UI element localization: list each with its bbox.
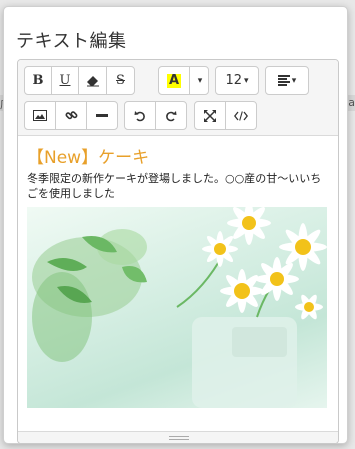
picture-icon [33,110,47,121]
underline-label: U [59,73,71,88]
strikethrough-button[interactable]: S [106,66,135,95]
insert-link-button[interactable] [55,101,87,130]
editor-resize-handle[interactable] [18,431,338,443]
fullscreen-button[interactable] [194,101,226,130]
undo-icon [134,110,145,121]
insert-image-button[interactable] [24,101,56,130]
text-edit-dialog: テキスト編集 B U S A ▾ 12 ▾ ▾ 【New】ケーキ 冬季限定の新作… [3,6,348,444]
align-left-icon [277,75,290,86]
chevron-down-icon: ▾ [244,75,249,86]
strikethrough-label: S [116,73,125,88]
font-size-dropdown[interactable]: 12 ▾ [215,66,259,95]
eraser-button[interactable] [78,66,107,95]
chevron-down-icon: ▾ [291,75,297,86]
font-color-dropdown[interactable]: ▾ [189,66,209,95]
flower-photo [27,207,327,408]
font-color-button[interactable]: A [158,66,190,95]
content-heading: 【New】ケーキ [27,148,150,168]
font-size-value: 12 [225,73,242,88]
content-body: 冬季限定の新作ケーキが登場しました。○○産の甘〜いいちごを使用しました [27,172,322,200]
redo-icon [166,110,177,121]
font-color-label: A [166,72,182,88]
bold-label: B [32,73,44,88]
chevron-down-icon: ▾ [197,75,203,86]
eraser-icon [86,75,99,86]
horizontal-rule-button[interactable] [86,101,118,130]
code-view-button[interactable] [225,101,257,130]
paragraph-align-dropdown[interactable]: ▾ [265,66,309,95]
dialog-title: テキスト編集 [16,31,127,52]
expand-icon [204,109,216,122]
code-icon [234,110,248,121]
grip-line [169,439,189,440]
editor-content[interactable]: 【New】ケーキ 冬季限定の新作ケーキが登場しました。○○産の甘〜いいちごを使用… [18,137,338,431]
grip-line [169,436,189,437]
underline-button[interactable]: U [51,66,79,95]
editor-toolbar: B U S A ▾ 12 ▾ ▾ [18,60,338,136]
bold-button[interactable]: B [24,66,52,95]
rich-text-editor: B U S A ▾ 12 ▾ ▾ 【New】ケーキ 冬季限定の新作ケーキが登場し… [17,59,339,444]
link-icon [65,111,77,120]
horizontal-rule-icon [96,113,108,117]
redo-button[interactable] [155,101,187,130]
undo-button[interactable] [124,101,156,130]
background-text-right: a [348,96,355,109]
daisy-bouquet-image [32,207,327,408]
